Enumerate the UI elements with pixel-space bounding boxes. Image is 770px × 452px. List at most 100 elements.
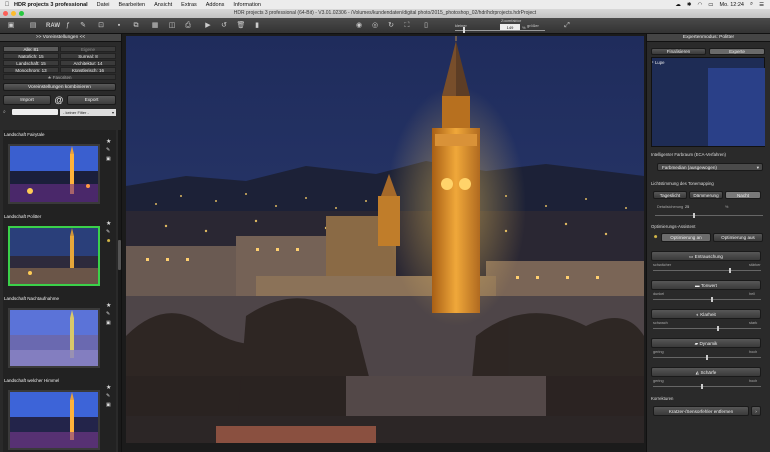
clock[interactable]: Mo. 12:24: [720, 2, 744, 8]
undo-icon[interactable]: ↺: [219, 21, 229, 31]
optimizer-off-button[interactable]: Optimierung aus: [713, 233, 763, 242]
slider-knob[interactable]: [700, 384, 703, 389]
slider-knob[interactable]: [706, 355, 708, 360]
preset-thumbnail[interactable]: [8, 390, 100, 450]
minimize-window-button[interactable]: [11, 11, 16, 16]
preset-thumbnail[interactable]: [8, 308, 100, 368]
slider-section-button[interactable]: ▬ Tonwert: [651, 280, 761, 290]
raw-button[interactable]: RAW: [45, 21, 61, 31]
info-icon[interactable]: ▣: [106, 156, 111, 162]
open-images-icon[interactable]: ▣: [6, 21, 16, 31]
filter-select[interactable]: - keiner Filter - ▾: [60, 109, 116, 116]
trash-icon[interactable]: 🗑: [236, 21, 246, 31]
zoom-slider[interactable]: [455, 30, 545, 31]
slider-section-button[interactable]: ◭ Schärfe: [651, 367, 761, 377]
category-surreal[interactable]: Surreal: 8: [60, 53, 116, 59]
slider-section-button[interactable]: ▰ Dynamik: [651, 338, 761, 348]
edit-icon[interactable]: ✎: [106, 229, 110, 235]
info-icon[interactable]: ▣: [106, 320, 111, 326]
category-architecture[interactable]: Architektur: 14: [60, 60, 116, 66]
info-icon[interactable]: ▣: [106, 402, 111, 408]
preset-item[interactable]: Landschaft Politter ★ ✎ ☻: [3, 212, 116, 294]
category-landscape[interactable]: Landschaft: 15: [3, 60, 59, 66]
category-artistic[interactable]: Künstlerisch: 16: [60, 67, 116, 73]
detail-value[interactable]: 25: [685, 205, 689, 209]
slider-track[interactable]: [653, 326, 761, 331]
tone-night-button[interactable]: Nacht: [725, 191, 761, 199]
category-favorites[interactable]: ★ Favoriten: [3, 74, 116, 80]
preset-thumbnail[interactable]: [8, 226, 100, 286]
menu-app[interactable]: HDR projects 3 professional: [14, 2, 88, 8]
histogram-icon[interactable]: ▮: [252, 21, 262, 31]
menu-information[interactable]: Information: [233, 2, 261, 8]
slider-track[interactable]: [653, 355, 761, 360]
save-icon[interactable]: ▪: [114, 21, 124, 31]
edit-icon[interactable]: ✎: [106, 393, 110, 399]
preset-item[interactable]: Landschaft Nachtaufnahme ★ ✎ ▣: [3, 294, 116, 376]
fit-screen-icon[interactable]: ⛶: [402, 21, 412, 31]
image-canvas[interactable]: [126, 36, 644, 443]
wifi-icon[interactable]: ◠: [697, 2, 702, 8]
import-button[interactable]: Import: [3, 95, 51, 105]
print-icon[interactable]: ⎙: [183, 21, 193, 31]
optimizer-on-button[interactable]: Optimierung an: [661, 233, 711, 242]
category-natural[interactable]: Natürlich: 15: [3, 53, 59, 59]
slider-track[interactable]: [653, 384, 761, 389]
scrollbar-thumb[interactable]: [118, 240, 121, 270]
slider-knob[interactable]: [711, 297, 714, 302]
mask-icon[interactable]: ◎: [370, 21, 380, 31]
slider-section-button[interactable]: ▭ Entrauschung: [651, 251, 761, 261]
slider-knob[interactable]: [729, 268, 732, 273]
category-all[interactable]: Alle: 81: [3, 46, 59, 52]
sensor-fix-button[interactable]: Kratzer-/Sensorfehler entfernen: [653, 406, 749, 416]
split-view-icon[interactable]: ◫: [167, 21, 177, 31]
presets-header[interactable]: >> Voreinstellungen <<: [0, 34, 121, 42]
tone-daylight-button[interactable]: Tageslicht: [653, 191, 687, 199]
preset-scrollbar[interactable]: [118, 130, 121, 452]
tab-finalize[interactable]: Finalisieren: [651, 48, 706, 55]
slider-track[interactable]: [653, 297, 761, 302]
rotate-icon[interactable]: ↻: [386, 21, 396, 31]
play-icon[interactable]: ▶: [203, 21, 213, 31]
tone-dusk-button[interactable]: Dämmerung: [689, 191, 723, 199]
filter-search-icon[interactable]: ⌕: [3, 109, 9, 115]
compare-icon[interactable]: ⧉: [131, 21, 141, 31]
chevron-right-icon[interactable]: ›: [751, 406, 761, 416]
zoom-slider-knob[interactable]: [463, 27, 465, 33]
grid-icon[interactable]: ▦: [150, 21, 160, 31]
aspect-icon[interactable]: ▯: [421, 21, 431, 31]
brush-icon[interactable]: ✎: [78, 21, 88, 31]
edit-icon[interactable]: ✎: [106, 147, 110, 153]
tab-expert[interactable]: Experte: [709, 48, 765, 55]
slider-track[interactable]: [653, 268, 761, 273]
category-monochrome[interactable]: Monochrom: 13: [3, 67, 59, 73]
favorite-star-icon[interactable]: ★: [106, 302, 111, 309]
bluetooth-icon[interactable]: ✱: [687, 2, 692, 8]
color-space-select[interactable]: Farbmedian (ausgewogen) ▾: [657, 163, 763, 171]
preset-item[interactable]: Landschaft Fairytale ★ ✎ ▣: [3, 130, 116, 212]
edit-icon[interactable]: ✎: [106, 311, 110, 317]
loupe-view[interactable]: Lupe •: [651, 57, 765, 147]
detail-slider-knob[interactable]: [693, 213, 695, 218]
search-icon[interactable]: ⌕: [750, 1, 753, 8]
menu-datei[interactable]: Datei: [97, 2, 110, 8]
info-icon[interactable]: ☻: [106, 238, 111, 244]
load-folder-icon[interactable]: ▤: [28, 21, 38, 31]
slider-section-button[interactable]: ◐ Klarheit: [651, 309, 761, 319]
battery-icon[interactable]: ▭: [708, 2, 713, 8]
menu-extras[interactable]: Extras: [181, 2, 197, 8]
menu-bearbeiten[interactable]: Bearbeiten: [119, 2, 146, 8]
menu-addons[interactable]: Addons: [206, 2, 225, 8]
detail-slider[interactable]: [655, 213, 763, 218]
close-window-button[interactable]: [3, 11, 8, 16]
filter-search-input[interactable]: [12, 109, 58, 115]
preset-thumbnail[interactable]: [8, 144, 100, 204]
favorite-star-icon[interactable]: ★: [106, 220, 111, 227]
apple-icon[interactable]: : [0, 2, 14, 8]
favorite-star-icon[interactable]: ★: [106, 138, 111, 145]
menu-ansicht[interactable]: Ansicht: [154, 2, 172, 8]
category-own[interactable]: Eigene: [60, 46, 116, 52]
list-icon[interactable]: ☰: [759, 2, 764, 8]
cloud-icon[interactable]: ☁: [675, 2, 681, 8]
slider-knob[interactable]: [716, 326, 719, 331]
